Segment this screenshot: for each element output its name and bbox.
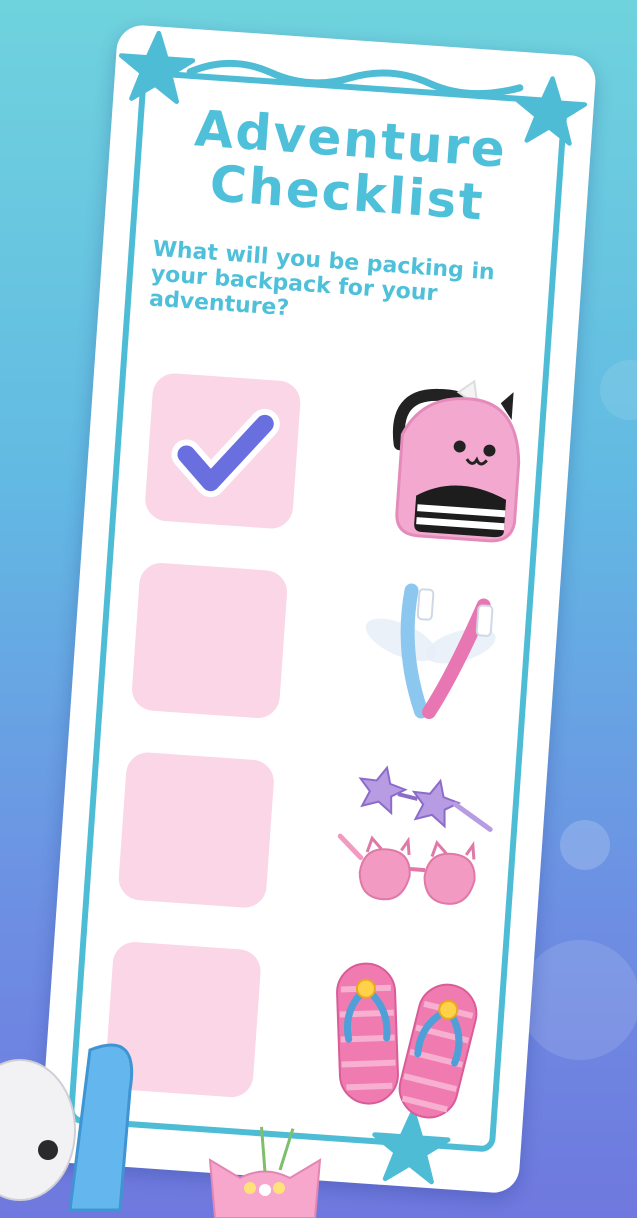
checkbox-sunglasses[interactable] — [117, 751, 276, 910]
flip-flops-icon — [336, 962, 478, 1119]
checkmark-icon — [171, 408, 280, 498]
checkbox-backpack[interactable] — [143, 371, 302, 530]
background-bubble — [560, 820, 610, 870]
background-bubble — [600, 360, 637, 420]
checkbox-toothbrushes[interactable] — [130, 561, 289, 720]
character-cat-icon — [0, 1043, 134, 1212]
backpack-icon — [392, 379, 521, 543]
background-bubble — [520, 940, 637, 1060]
character-kitty-icon — [208, 1113, 322, 1218]
sunglasses-icon — [337, 765, 493, 905]
toothbrushes-icon — [365, 583, 496, 719]
